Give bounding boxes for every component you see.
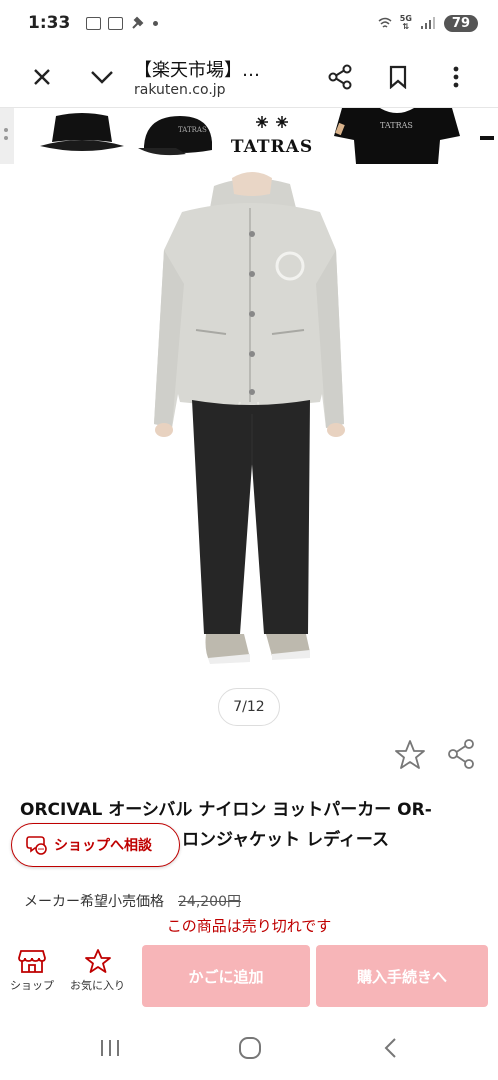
wifi-icon [378,17,392,28]
home-button[interactable] [230,1030,270,1066]
consult-shop-button[interactable]: ショップへ相談 [11,823,180,867]
status-bar: 1:33 5G ⇅ 79 [0,0,498,46]
chat-icon [26,836,47,855]
home-icon [239,1037,261,1059]
image-counter: 7/12 [218,688,280,726]
favorite-nav-button[interactable]: お気に入り [70,948,125,993]
product-share-button[interactable] [446,738,478,772]
svg-text:TATRAS: TATRAS [178,126,207,134]
price-value: 24,200円 [178,894,241,910]
chevron-down-icon [91,70,113,84]
network-indicator: 5G ⇅ [400,15,412,31]
back-icon [384,1038,396,1058]
recents-button[interactable] [90,1030,130,1066]
data-arrows-icon: ⇅ [402,22,410,31]
signal-icon [420,17,435,29]
shop-icon [18,950,46,973]
banner-edge [0,108,14,164]
svg-text:TATRAS: TATRAS [380,121,413,130]
cap-image: TATRAS [138,116,212,156]
soldout-notice: この商品は売り切れです [166,917,332,935]
bookmark-button[interactable] [376,55,420,99]
bottom-action-bar: ショップ お気に入り かごに追加 購入手続きへ [0,942,498,1012]
brand-logo: TATRAS [226,114,318,158]
star-icon [84,949,111,973]
share-button[interactable] [318,55,362,99]
tshirt-image: TATRAS [334,108,460,164]
page-title-area[interactable]: 【楽天市場】… rakuten.co.jp [124,56,318,98]
brand-name: TATRAS [230,137,314,157]
shop-button[interactable]: ショップ [10,948,54,993]
snowflake-logo-icon [256,116,288,128]
close-button[interactable] [20,55,64,99]
minimize-button[interactable] [80,55,124,99]
status-right: 5G ⇅ 79 [378,14,478,32]
more-vert-icon [453,66,459,87]
more-options-button[interactable] [434,55,478,99]
favorite-label: お気に入り [70,979,125,992]
favorite-button[interactable] [393,738,427,772]
close-icon [34,68,50,85]
status-notification-icons [86,15,159,31]
consult-shop-label: ショップへ相談 [54,838,152,854]
product-photo [154,172,345,664]
share-icon [448,739,474,769]
add-to-cart-button[interactable]: かごに追加 [142,945,310,1007]
page-title: 【楽天市場】… [134,59,260,81]
brand-banner[interactable]: TATRAS TATRAS TATRAS [0,108,498,164]
price-label: メーカー希望小売価格 [24,894,164,910]
status-time: 1:33 [28,13,71,33]
star-icon [395,740,425,769]
banner-dash [480,136,494,140]
hammer-icon [132,16,144,29]
notification-dot-icon [153,20,159,26]
share-icon [328,64,352,89]
product-title-line1: ORCIVAL オーシバル ナイロン ヨットパーカー OR- [20,800,432,820]
screenshot-icon [86,16,102,30]
back-button[interactable] [370,1030,410,1066]
app-notification-icon [108,16,124,30]
page-url: rakuten.co.jp [134,81,226,98]
shop-label: ショップ [10,979,54,992]
checkout-button[interactable]: 購入手続きへ [316,945,488,1007]
browser-toolbar: 【楽天市場】… rakuten.co.jp [0,46,498,108]
battery-indicator: 79 [443,14,478,32]
recents-icon [101,1040,119,1056]
bookmark-icon [389,65,407,89]
bucket-hat-image [40,113,124,151]
system-nav-bar [0,1014,498,1080]
product-image[interactable] [0,164,498,686]
price-row: メーカー希望小売価格 24,200円 [24,891,241,911]
